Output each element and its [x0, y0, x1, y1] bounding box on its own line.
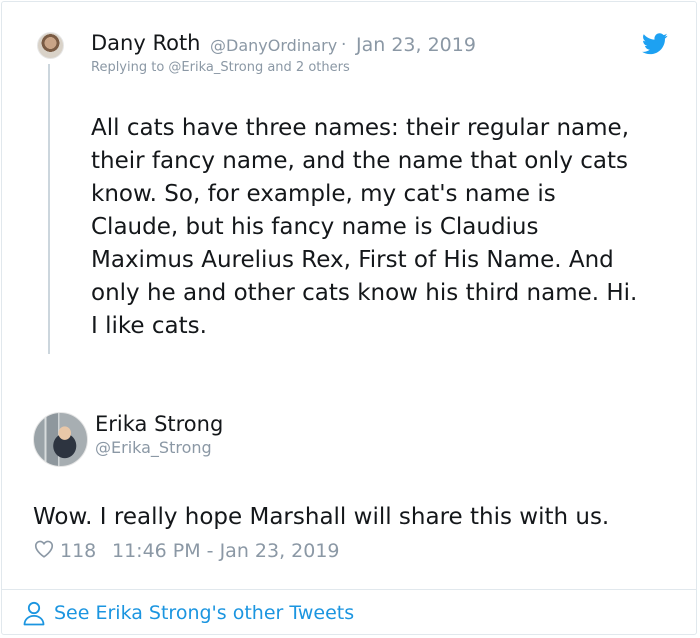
reply-date-link[interactable]: Jan 23, 2019: [356, 34, 476, 56]
author-handle[interactable]: @Erika_Strong: [95, 438, 212, 457]
like-count[interactable]: 118: [60, 540, 96, 562]
author-avatar[interactable]: [33, 412, 88, 467]
author-name[interactable]: Erika Strong: [95, 412, 223, 436]
replying-to-context[interactable]: Replying to @Erika_Strong and 2 others: [91, 60, 350, 75]
see-other-tweets-label: See Erika Strong's other Tweets: [54, 602, 355, 624]
tweet-timestamp-link[interactable]: 11:46 PM - Jan 23, 2019: [112, 540, 340, 562]
reply-tweet-text: All cats have three names: their regular…: [91, 115, 638, 339]
reply-meta-separator: ·: [341, 35, 347, 55]
see-other-tweets-link[interactable]: See Erika Strong's other Tweets: [22, 598, 354, 628]
reply-author-avatar[interactable]: [37, 32, 64, 59]
footer-divider: [1, 589, 697, 590]
tweet-text: Wow. I really hope Marshall will share t…: [33, 504, 610, 530]
reply-author-handle[interactable]: @DanyOrdinary: [210, 36, 337, 55]
thread-connector-line: [48, 64, 50, 354]
twitter-bird-icon[interactable]: [642, 33, 668, 55]
person-icon: [23, 601, 45, 626]
heart-icon[interactable]: [33, 538, 55, 560]
reply-author-name[interactable]: Dany Roth: [91, 31, 201, 55]
